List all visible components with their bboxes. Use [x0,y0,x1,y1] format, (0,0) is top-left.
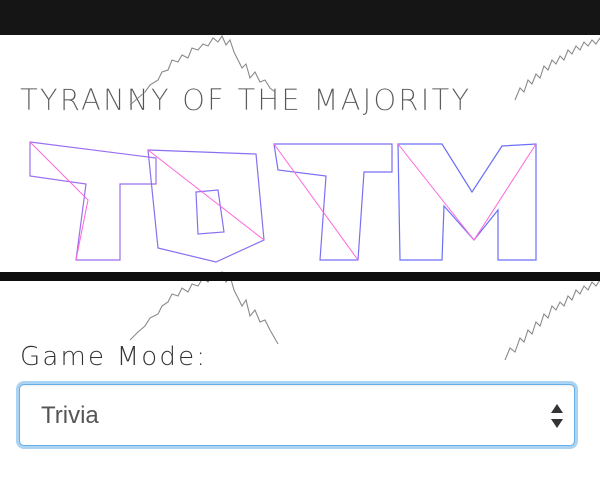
game-mode-select[interactable]: Trivia [19,384,575,446]
logo-letter-o [147,149,265,263]
logo-letter-t2 [273,143,393,261]
game-mode-label: Game Mode: [20,342,208,372]
totm-logo [29,141,537,263]
logo-letter-t1 [29,141,157,261]
app-title: TYRANNY OF THE MAJORITY [20,83,472,117]
top-bar [0,0,600,35]
up-down-caret-icon [551,404,563,428]
section-divider [0,272,600,281]
logo-letter-m [397,143,537,261]
app-screen: TYRANNY OF THE MAJORITY Game Mode: Trivi… [0,0,600,480]
game-mode-selected-value: Trivia [41,402,99,429]
